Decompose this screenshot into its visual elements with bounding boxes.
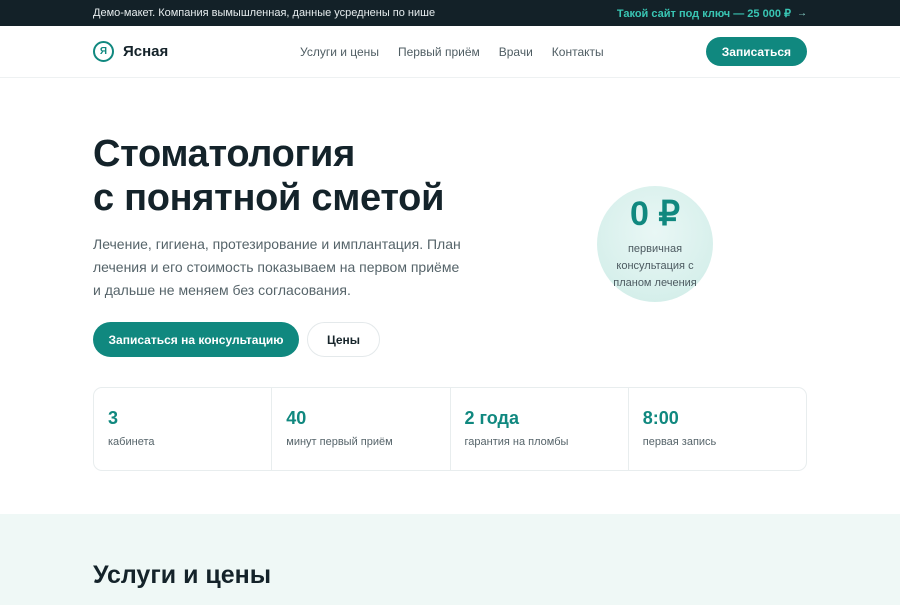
hero-title: Стоматология с понятной сметой bbox=[93, 132, 523, 220]
stat-value: 40 bbox=[286, 408, 307, 428]
logo-mark-icon: Я bbox=[93, 41, 114, 62]
site-header: Я Ясная Услуги и цены Первый приём Врачи… bbox=[0, 26, 900, 78]
promo-link[interactable]: Такой сайт под ключ — 25 000 ₽ → bbox=[617, 7, 807, 20]
nav-item-first-visit[interactable]: Первый приём bbox=[398, 45, 480, 59]
hero-section: Стоматология с понятной сметой Лечение, … bbox=[0, 78, 900, 514]
logo[interactable]: Я Ясная bbox=[93, 41, 168, 62]
stat-card: 40 минут первый приём bbox=[272, 388, 451, 470]
promo-text: Такой сайт под ключ — 25 000 ₽ bbox=[616, 7, 791, 20]
demo-notice: Демо-макет. Компания вымышленная, данные… bbox=[93, 7, 436, 19]
prices-button[interactable]: Цены bbox=[307, 322, 380, 357]
stat-label: гарантия на пломбы bbox=[464, 436, 569, 448]
arrow-right-icon: → bbox=[797, 7, 807, 19]
services-section: Услуги и цены bbox=[0, 514, 900, 605]
stat-card: 3 кабинета bbox=[94, 388, 273, 470]
main-nav: Услуги и цены Первый приём Врачи Контакт… bbox=[300, 45, 604, 59]
stats-panel: 3 кабинета 40 минут первый приём 2 года … bbox=[93, 387, 807, 471]
hero-title-line2: с понятной сметой bbox=[93, 177, 445, 219]
stat-label: первая запись bbox=[642, 436, 717, 448]
hero-lead: Лечение, гигиена, протезирование и импла… bbox=[93, 236, 461, 298]
free-consultation-badge: 0 ₽ первичная консультация с планом лече… bbox=[597, 186, 713, 302]
logo-text: Ясная bbox=[123, 43, 169, 60]
nav-item-services[interactable]: Услуги и цены bbox=[300, 45, 379, 59]
stat-label: кабинета bbox=[108, 436, 155, 448]
consultation-button[interactable]: Записаться на консультацию bbox=[93, 322, 299, 357]
stat-value: 3 bbox=[108, 408, 119, 428]
stat-card: 8:00 первая запись bbox=[629, 388, 806, 470]
stat-value: 8:00 bbox=[642, 408, 679, 428]
header-booking-button[interactable]: Записаться bbox=[705, 37, 807, 66]
stat-card: 2 года гарантия на пломбы bbox=[451, 388, 629, 470]
hero-title-line1: Стоматология bbox=[93, 133, 355, 175]
badge-price: 0 ₽ bbox=[630, 195, 680, 233]
nav-item-contacts[interactable]: Контакты bbox=[552, 45, 604, 59]
nav-item-doctors[interactable]: Врачи bbox=[499, 45, 533, 59]
stat-value: 2 года bbox=[464, 408, 519, 428]
services-title: Услуги и цены bbox=[93, 561, 272, 589]
top-announcement-bar: Демо-макет. Компания вымышленная, данные… bbox=[0, 0, 900, 26]
badge-caption: первичная консультация с планом лечения bbox=[613, 243, 697, 289]
stat-label: минут первый приём bbox=[286, 436, 393, 448]
